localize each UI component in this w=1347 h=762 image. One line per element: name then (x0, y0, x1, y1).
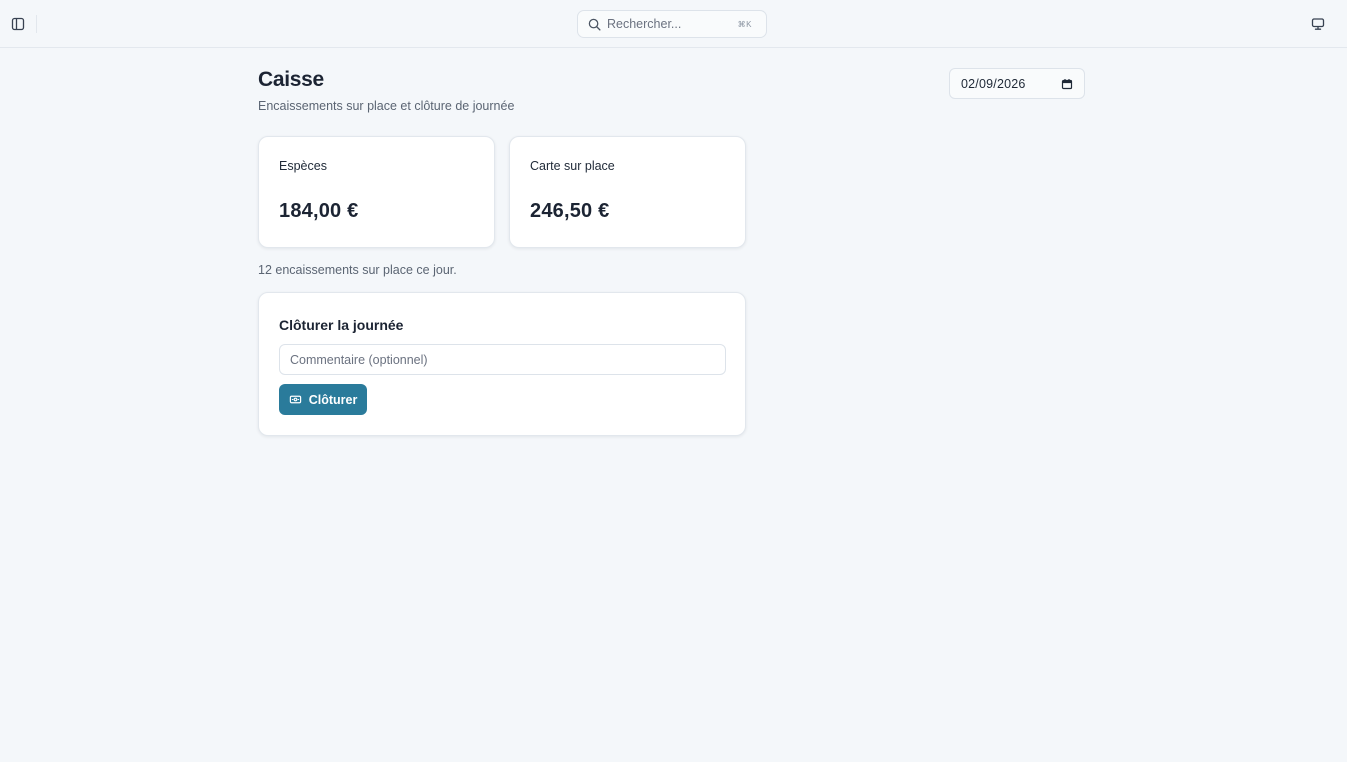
stat-label: Espèces (279, 159, 327, 173)
date-value: 02/09/2026 (961, 76, 1026, 91)
stat-label: Carte sur place (530, 159, 615, 173)
close-day-button-label: Clôturer (308, 392, 358, 407)
search-shortcut-hint: ⌘K (737, 19, 752, 29)
display-mode-button[interactable] (1310, 16, 1326, 32)
stat-card-especes: Espèces 184,00 € (258, 136, 495, 248)
stat-value: 184,00 € (279, 200, 359, 222)
top-bar: Rechercher... ⌘K (0, 0, 1347, 48)
search-box[interactable]: Rechercher... ⌘K (577, 10, 767, 38)
calendar-icon[interactable] (1061, 78, 1073, 90)
cash-register-icon (289, 395, 301, 404)
sidebar-toggle-button[interactable] (10, 16, 26, 32)
stat-value: 246,50 € (530, 200, 610, 222)
stat-card-carte: Carte sur place 246,50 € (509, 136, 746, 248)
search-icon (588, 18, 601, 31)
payments-count-text: 12 encaissements sur place ce jour. (258, 263, 457, 277)
close-day-title: Clôturer la journée (279, 317, 404, 333)
date-picker[interactable]: 02/09/2026 (949, 68, 1085, 99)
comment-input[interactable] (279, 344, 726, 375)
monitor-icon (1311, 18, 1325, 30)
close-day-button[interactable]: Clôturer (279, 384, 367, 415)
sidebar-panel-icon (11, 17, 25, 31)
page-title: Caisse (258, 68, 324, 91)
close-day-card: Clôturer la journée Clôturer (258, 292, 746, 436)
search-placeholder: Rechercher... (607, 17, 682, 31)
topbar-divider (36, 15, 37, 33)
page-subtitle: Encaissements sur place et clôture de jo… (258, 99, 515, 113)
